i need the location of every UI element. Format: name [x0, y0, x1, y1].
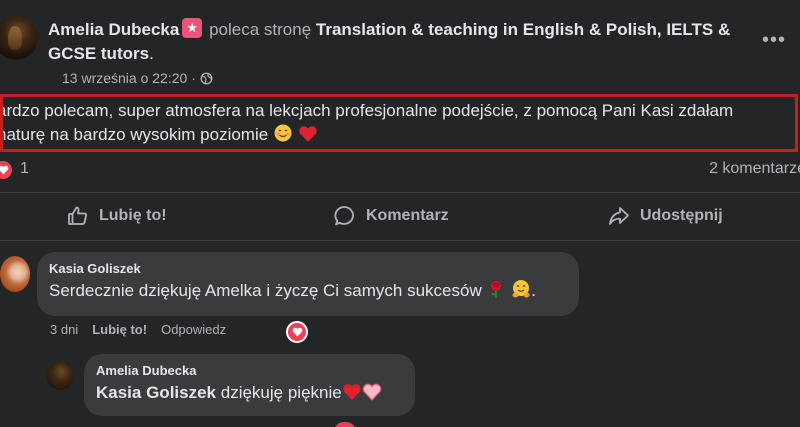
thumbs-up-icon	[68, 206, 87, 225]
post-body-line-1: ardzo polecam, super atmosfera na lekcja…	[0, 101, 734, 120]
post-body: ardzo polecam, super atmosfera na lekcja…	[0, 94, 798, 152]
page-suffix: .	[149, 44, 154, 63]
star-badge-icon	[182, 18, 203, 38]
comment-button[interactable]: Komentarz	[333, 194, 449, 238]
comment-label: Komentarz	[366, 207, 449, 224]
post-header-text: Amelia Dubecka poleca stronę Translation…	[48, 18, 748, 66]
divider-top	[0, 192, 800, 193]
post-timestamp[interactable]: 13 września o 22:20	[62, 70, 187, 86]
reply-mention[interactable]: Kasia Goliszek	[96, 383, 216, 402]
like-button[interactable]: Lubię to!	[66, 194, 167, 238]
comment-text: Serdecznie dziękuję Amelka i życzę Ci sa…	[49, 281, 482, 300]
reply-bubble: Amelia Dubecka Kasia Goliszek dziękuję p…	[84, 354, 415, 416]
author-avatar[interactable]	[0, 16, 38, 60]
reply-heart-icon[interactable]	[334, 422, 356, 427]
commenter-avatar[interactable]	[0, 256, 30, 292]
comments-count-link[interactable]: 2 komentarze	[709, 160, 800, 178]
reply-text: dziękuję pięknie	[220, 383, 342, 402]
reply-text-wrap: Kasia Goliszek dziękuję pięknie	[96, 380, 403, 406]
like-label: Lubię to!	[99, 207, 167, 224]
post-header: Amelia Dubecka poleca stronę Translation…	[0, 8, 800, 92]
heart-emoji-icon	[343, 384, 361, 400]
comment-bubble: Kasia Goliszek Serdecznie dziękuję Amelk…	[37, 252, 579, 316]
post-body-line-2: naturę na bardzo wysokim poziomie	[0, 125, 269, 144]
post-meta: 13 września o 22:20 ·	[62, 70, 213, 86]
smiling-face-emoji-icon	[274, 124, 292, 142]
share-button[interactable]: Udostępnij	[607, 194, 723, 238]
post-actions: Lubię to! Komentarz Udostępnij	[0, 194, 800, 238]
reaction-count[interactable]: 1	[20, 160, 29, 178]
comment-heart-icon[interactable]	[286, 321, 308, 343]
share-label: Udostępnij	[640, 207, 723, 224]
comment-icon	[334, 206, 354, 226]
divider-bottom	[0, 240, 800, 241]
comment-meta: 3 dni Lubię to! Odpowiedz	[50, 322, 226, 337]
comment-like-button[interactable]: Lubię to!	[92, 322, 147, 337]
reply-author[interactable]: Amelia Dubecka	[96, 362, 403, 380]
heart-emoji-icon	[298, 126, 317, 142]
comment-author[interactable]: Kasia Goliszek	[49, 260, 567, 278]
globe-icon	[200, 72, 213, 84]
comment-text-wrap: Serdecznie dziękuję Amelka i życzę Ci sa…	[49, 278, 567, 304]
post-author-link[interactable]: Amelia Dubecka	[48, 20, 179, 39]
comment-reply-button[interactable]: Odpowiedz	[161, 322, 226, 337]
hug-emoji-icon	[512, 280, 530, 298]
white-heart-emoji-icon	[362, 383, 381, 401]
reactions-row: 1 2 komentarze	[0, 156, 800, 184]
comment-suffix: .	[531, 281, 536, 300]
post-body-line-2-wrap: naturę na bardzo wysokim poziomie	[0, 123, 795, 147]
more-icon[interactable]: •••	[762, 30, 786, 50]
comment-time[interactable]: 3 dni	[50, 322, 78, 337]
share-icon	[609, 207, 629, 225]
post-verb: poleca stronę	[209, 20, 312, 39]
reply-avatar[interactable]	[46, 362, 74, 390]
heart-icon[interactable]	[0, 161, 12, 179]
meta-separator: ·	[191, 70, 196, 86]
rose-icon	[491, 281, 502, 298]
